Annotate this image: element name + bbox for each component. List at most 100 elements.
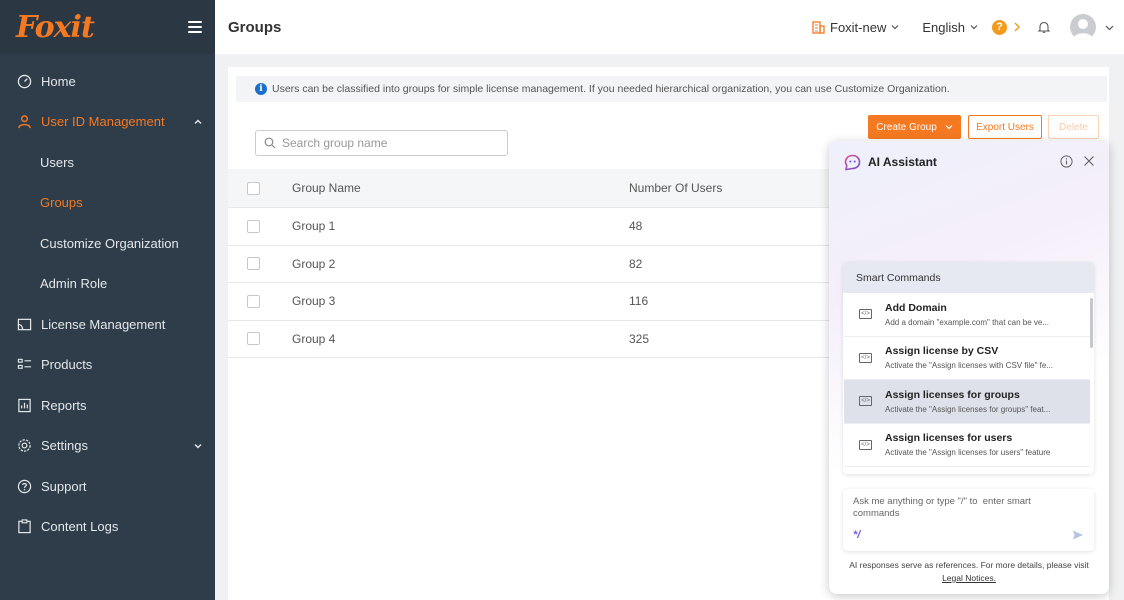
notification-bell-icon[interactable] (1037, 20, 1051, 34)
info-banner: i Users can be classified into groups fo… (236, 76, 1107, 102)
smart-commands-list: </> Add Domain Add a domain "example.com… (843, 293, 1094, 474)
select-all-checkbox[interactable] (247, 181, 260, 195)
sidebar-item-customize-organization[interactable]: Customize Organization (0, 223, 215, 264)
sidebar-item-label: Products (41, 357, 93, 373)
search-box (255, 130, 508, 156)
support-icon (16, 478, 32, 494)
sidebar-item-label: User ID Management (41, 114, 165, 130)
smart-command-item[interactable]: </> Assign licenses for users Activate t… (844, 424, 1090, 467)
command-title: Assign license by CSV (885, 345, 999, 358)
chevron-up-icon (194, 119, 202, 124)
help-icon[interactable]: ? (992, 19, 1007, 35)
users-count-cell: 82 (629, 256, 643, 271)
column-header-number-of-users[interactable]: Number Of Users (629, 181, 829, 195)
column-header-group-name[interactable]: Group Name (292, 181, 629, 195)
group-name-cell: Group 2 (292, 256, 336, 271)
ai-prompt-input[interactable] (853, 496, 1078, 524)
smart-command-item[interactable]: </> Assign licenses for groups Activate … (844, 380, 1090, 424)
top-bar: Groups Foxit-new English ? (215, 0, 1124, 54)
smart-command-item[interactable]: </> Add Domain Add a domain "example.com… (844, 293, 1090, 337)
sidebar-item-support[interactable]: Support (0, 466, 215, 507)
sidebar-item-products[interactable]: Products (0, 345, 215, 386)
sidebar-item-label: Customize Organization (40, 235, 179, 251)
ai-assistant-panel: AI Assistant Smart Commands </> Add Doma… (829, 141, 1109, 594)
close-icon[interactable] (1083, 155, 1095, 167)
sidebar-header: Foxit (0, 0, 215, 54)
search-icon (264, 137, 276, 149)
command-description: Add a domain "example.com" that can be v… (885, 317, 1049, 327)
building-icon (812, 20, 825, 34)
command-description: Activate the "Assign licenses with CSV f… (885, 361, 1053, 371)
group-name-cell: Group 4 (292, 331, 336, 346)
command-icon: </> (859, 352, 872, 363)
sidebar-item-label: Admin Role (40, 276, 108, 292)
ai-assistant-title: AI Assistant (868, 155, 937, 169)
user-avatar-icon (1073, 19, 1093, 40)
chevron-down-icon (945, 125, 953, 130)
sidebar-item-admin-role[interactable]: Admin Role (0, 264, 215, 305)
users-count-cell: 116 (629, 294, 649, 309)
ai-assistant-header: AI Assistant (844, 152, 1097, 172)
sidebar-item-license-management[interactable]: License Management (0, 304, 215, 345)
command-icon: </> (859, 309, 872, 320)
search-input[interactable] (282, 136, 502, 150)
row-checkbox[interactable] (247, 219, 260, 233)
sidebar-item-reports[interactable]: Reports (0, 385, 215, 426)
sidebar-item-label: Reports (41, 397, 87, 413)
ask-input-box: */ (843, 489, 1094, 551)
license-icon (16, 316, 32, 332)
ai-disclaimer: AI responses serve as references. For mo… (829, 559, 1109, 585)
delete-button[interactable]: Delete (1048, 115, 1099, 139)
user-icon (16, 114, 32, 130)
sidebar-item-label: Content Logs (41, 519, 119, 535)
reports-icon (16, 397, 32, 413)
tenant-name: Foxit-new (830, 19, 887, 35)
sidebar-item-users[interactable]: Users (0, 142, 215, 183)
hamburger-menu-icon[interactable] (188, 21, 202, 33)
sidebar-item-home[interactable]: Home (0, 61, 215, 102)
language-selector[interactable]: English (922, 20, 978, 35)
info-icon: i (255, 83, 267, 95)
chevron-down-icon (194, 443, 202, 449)
ai-disclaimer-text: AI responses serve as references. For mo… (849, 560, 1089, 570)
chevron-right-icon[interactable] (1013, 22, 1021, 32)
export-users-button[interactable]: Export Users (968, 115, 1042, 139)
tenant-selector[interactable]: Foxit-new (812, 20, 904, 35)
sidebar-item-groups[interactable]: Groups (0, 183, 215, 224)
sidebar-item-user-id-management[interactable]: User ID Management (0, 102, 215, 143)
users-count-cell: 48 (629, 219, 643, 234)
sidebar: Foxit Home User ID Management Users Grou… (0, 0, 215, 600)
dashboard-icon (16, 73, 32, 89)
users-count-cell: 325 (629, 331, 650, 346)
chevron-down-icon (891, 25, 899, 30)
row-checkbox[interactable] (247, 257, 260, 271)
chevron-down-icon[interactable] (1105, 23, 1114, 32)
sidebar-item-label: Home (41, 73, 76, 89)
command-title: Assign licenses for groups (885, 388, 1020, 401)
avatar[interactable] (1070, 14, 1096, 40)
language-label: English (922, 19, 965, 35)
command-description: Activate the "Assign licenses for groups… (885, 404, 1051, 414)
sidebar-item-label: Groups (40, 195, 83, 211)
sidebar-item-settings[interactable]: Settings (0, 426, 215, 467)
top-right-controls: Foxit-new English ? (812, 0, 1124, 54)
smart-command-item[interactable]: </> Assign license by CSV Activate the "… (844, 337, 1090, 380)
command-title: Assign licenses for users (885, 432, 1013, 445)
send-icon[interactable] (1072, 529, 1084, 541)
chevron-down-icon (970, 25, 978, 30)
legal-notices-link[interactable]: Legal Notices. (942, 573, 996, 583)
create-group-button[interactable]: Create Group (868, 115, 961, 139)
sidebar-item-content-logs[interactable]: Content Logs (0, 507, 215, 548)
row-checkbox[interactable] (247, 332, 260, 346)
scrollbar[interactable] (1090, 298, 1093, 348)
info-icon[interactable] (1060, 155, 1073, 168)
smart-commands-header: Smart Commands (843, 262, 1094, 293)
smart-command-slash-icon[interactable]: */ (853, 529, 860, 541)
products-icon (16, 357, 32, 373)
settings-icon (16, 438, 32, 454)
command-description: Activate the "Assign licenses for users"… (885, 448, 1051, 458)
foxit-logo[interactable]: Foxit (16, 10, 95, 45)
command-icon: </> (859, 396, 872, 407)
row-checkbox[interactable] (247, 294, 260, 308)
command-icon: </> (859, 439, 872, 450)
